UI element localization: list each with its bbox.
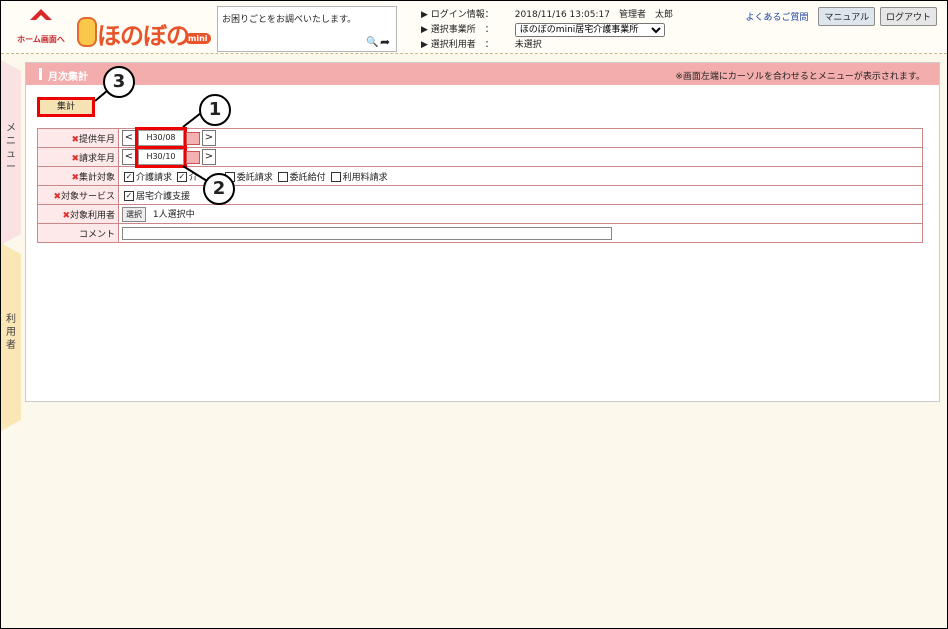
checkbox-label: 利用料請求: [342, 172, 388, 183]
mascot-icon: [77, 17, 97, 47]
side-tab-char: ー: [6, 162, 16, 173]
calendar-icon[interactable]: [186, 150, 200, 164]
menu-hint: ※画面左端にカーソルを合わせるとメニューが表示されます。: [675, 72, 925, 82]
help-text: お困りごとをお調べいたします。: [222, 15, 357, 25]
side-tab-char: 用: [6, 327, 16, 338]
side-tab-user[interactable]: 利用者: [1, 243, 21, 431]
calculate-button[interactable]: 集計: [37, 97, 95, 117]
checkbox[interactable]: [330, 172, 341, 182]
form-row-service: ✖対象サービス ✓ 居宅介護支援: [37, 185, 923, 205]
logo-badge: mini: [185, 33, 211, 44]
session-info: ▶ ログイン情報： 2018/11/16 13:05:17 管理者 太郎 ▶ 選択…: [421, 8, 673, 53]
selected-user-value: 未選択: [514, 40, 542, 50]
prev-month-button[interactable]: <: [122, 149, 136, 165]
callout-2: 2: [203, 173, 235, 205]
selected-user-label: 選択利用者 ：: [430, 40, 494, 50]
form-row-users: ✖対象利用者 選択 1人選択中: [37, 204, 923, 224]
calendar-icon[interactable]: [186, 131, 200, 145]
side-tab-char: 利: [6, 314, 16, 325]
home-label: ホーム画面へ: [17, 35, 65, 44]
logout-button[interactable]: ログアウト: [879, 7, 937, 26]
side-tab-char: ニ: [6, 136, 16, 147]
callout-3: 3: [103, 66, 135, 98]
comment-input[interactable]: [122, 226, 612, 240]
checkbox-label: 居宅介護支援: [136, 191, 191, 202]
faq-link[interactable]: よくあるご質問: [745, 13, 808, 23]
page-title: 月次集計: [48, 72, 88, 83]
top-links: よくあるご質問 マニュアル ログアウト: [745, 7, 937, 26]
login-info-label: ログイン情報：: [430, 10, 494, 20]
callout-1: 1: [199, 94, 231, 126]
selected-users-count: 1人選択中: [152, 209, 195, 220]
required-mark: ✖: [71, 153, 79, 164]
next-month-button[interactable]: >: [202, 149, 216, 165]
checkbox-checked[interactable]: ✓: [124, 172, 134, 182]
field-label: ✖対象利用者: [37, 204, 119, 224]
billing-month-input[interactable]: H30/10: [135, 146, 187, 168]
checkbox-checked[interactable]: ✓: [176, 172, 187, 182]
select-users-button[interactable]: 選択: [122, 206, 146, 222]
checkbox-checked[interactable]: ✓: [124, 191, 134, 201]
home-button[interactable]: ホーム画面へ: [17, 7, 65, 49]
search-icon[interactable]: 🔍: [366, 37, 378, 48]
office-select[interactable]: ほのぼのmini居宅介護事業所: [514, 23, 665, 37]
side-tab-menu-label: メニュー: [5, 122, 17, 174]
main-panel: 月次集計 ※画面左端にカーソルを合わせるとメニューが表示されます。 集計 ✖提供…: [25, 62, 940, 402]
field-label: ✖提供年月: [37, 128, 119, 148]
form-row-billing-month: ✖請求年月 < H30/10 >: [37, 146, 923, 168]
side-tab-char: ュ: [6, 149, 16, 160]
checkbox-label: 介護請求: [136, 172, 173, 183]
form-row-target: ✖集計対象 ✓ 介護請求 ✓ 介 委託請求 委託給付 利用料請求: [37, 166, 923, 186]
side-tab-user-label: 利用者: [5, 313, 17, 352]
logo-text: ほのぼの: [97, 22, 190, 50]
field-label: ✖対象サービス: [37, 185, 119, 205]
required-mark: ✖: [62, 210, 70, 221]
checkbox[interactable]: [277, 172, 288, 182]
title-bar: 月次集計 ※画面左端にカーソルを合わせるとメニューが表示されます。: [26, 63, 939, 85]
side-tab-char: メ: [6, 123, 16, 134]
next-month-button[interactable]: >: [202, 130, 216, 146]
required-mark: ✖: [71, 134, 79, 145]
aggregation-form: ✖提供年月 < H30/08 > ✖請求年月 < H30/10 > ✖集計対象 ✓ 介護請…: [37, 127, 923, 243]
side-tab-char: 者: [6, 340, 16, 351]
form-row-service-month: ✖提供年月 < H30/08 >: [37, 127, 923, 149]
header: ホーム画面へ ほのぼの mini お困りごとをお調べいたします。 🔍 ➦ ▶ ロ…: [1, 1, 947, 54]
app-logo: ほのぼの mini: [73, 10, 213, 50]
service-month-input[interactable]: H30/08: [135, 127, 187, 149]
checkbox-label: 委託請求: [236, 172, 273, 183]
form-row-comment: コメント: [37, 223, 923, 243]
required-mark: ✖: [71, 172, 79, 183]
manual-button[interactable]: マニュアル: [818, 7, 876, 26]
office-label: 選択事業所 ：: [430, 25, 494, 35]
field-label: ✖集計対象: [37, 166, 119, 186]
prev-month-button[interactable]: <: [122, 130, 136, 146]
go-arrow-icon[interactable]: ➦: [380, 35, 390, 49]
help-search-box[interactable]: お困りごとをお調べいたします。 🔍 ➦: [217, 6, 397, 52]
required-mark: ✖: [53, 191, 61, 202]
side-tab-menu[interactable]: メニュー: [1, 60, 21, 245]
field-label: ✖請求年月: [37, 147, 119, 167]
checkbox-label: 委託給付: [289, 172, 326, 183]
login-info-value: 2018/11/16 13:05:17 管理者 太郎: [514, 10, 673, 20]
field-label: コメント: [37, 223, 119, 243]
